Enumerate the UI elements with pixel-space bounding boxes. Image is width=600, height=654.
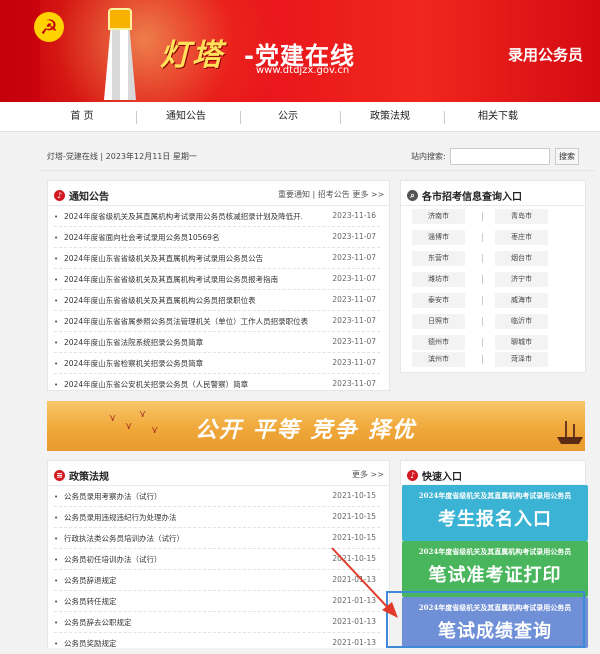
list-item[interactable]: • 2024年度山东省检察机关招录公务员简章 2023-11-07	[54, 353, 380, 374]
party-emblem-icon: ☭	[34, 12, 64, 42]
entry-subtitle: 2024年度省级机关及其直属机构考试录用公务员	[418, 547, 572, 556]
list-item[interactable]: • 公务员奖励规定 2021-01-13	[54, 633, 380, 654]
ship-icon	[557, 421, 583, 444]
bird-icon: ⋎	[151, 425, 159, 436]
search-button[interactable]: 搜索	[555, 148, 579, 165]
city-link[interactable]: 潍坊市	[412, 272, 465, 287]
admission-ticket-button[interactable]: 2024年度省级机关及其直属机构考试录用公务员 笔试准考证打印	[402, 541, 588, 597]
policy-more-link[interactable]: 更多 >>	[352, 469, 384, 480]
policy-title: ≡ 政策法规	[54, 468, 109, 483]
quick-entry-header: ♪ 快速入口	[400, 460, 586, 484]
city-link[interactable]: 菏泽市	[495, 352, 548, 367]
entry-subtitle: 2024年度省级机关及其直属机构考试录用公务员	[418, 491, 572, 500]
city-link[interactable]: 济宁市	[495, 272, 548, 287]
score-query-highlight	[386, 591, 585, 648]
city-link[interactable]: 德州市	[412, 335, 465, 350]
annotation-arrow-icon	[331, 547, 398, 618]
register-entry-button[interactable]: 2024年度省级机关及其直属机构考试录用公务员 考生报名入口	[402, 485, 588, 541]
nav-publicity[interactable]: 公示	[240, 102, 336, 132]
breadcrumb-date: 灯塔-党建在线 | 2023年12月11日 星期一	[47, 152, 197, 161]
city-link[interactable]: 日照市	[412, 314, 465, 329]
city-link[interactable]: 淄博市	[412, 230, 465, 245]
list-item[interactable]: • 2024年度山东省省属参照公务员法管理机关（单位）工作人员招录职位表 2023-…	[54, 311, 380, 332]
list-item[interactable]: • 2024年度山东省省级机关及其直属机构考试录用公务员报考指南 2023-11-0…	[54, 269, 380, 290]
nav-notices[interactable]: 通知公告	[136, 102, 236, 132]
bell-icon: ♪	[54, 189, 65, 201]
city-link[interactable]: 泰安市	[412, 293, 465, 308]
nav-policy[interactable]: 政策法规	[340, 102, 440, 132]
city-link[interactable]: 临沂市	[495, 314, 548, 329]
bell-icon: ♪	[407, 469, 418, 481]
notice-title: ♪ 通知公告	[54, 188, 109, 203]
list-item[interactable]: • 2024年度省面向社会考试录用公务员10569名 2023-11-07	[54, 227, 380, 248]
list-item[interactable]: • 公务员录用考察办法（试行） 2021-10-15	[54, 486, 380, 507]
divider	[40, 170, 595, 171]
search-label: 站内搜索:	[411, 152, 446, 161]
search-icon: ⌕	[407, 189, 418, 201]
list-item[interactable]: • 2024年度省级机关及其直属机构考试录用公务员核减招录计划及降低开... 202…	[54, 206, 380, 227]
bird-icon: ⋎	[139, 409, 147, 420]
nav-home[interactable]: 首 页	[32, 102, 132, 132]
site-logo-title[interactable]: 灯塔	[160, 30, 224, 74]
nav-downloads[interactable]: 相关下载	[448, 102, 548, 132]
lighthouse-icon	[98, 8, 142, 100]
city-link[interactable]: 威海市	[495, 293, 548, 308]
city-title: ⌕ 各市招考信息查询入口	[407, 188, 522, 203]
city-link[interactable]: 济南市	[412, 209, 465, 224]
banner-slogan: 公开 平等 竞争 择优	[195, 418, 416, 443]
bird-icon: ⋎	[125, 421, 133, 432]
list-item[interactable]: • 2024年度山东省省级机关及其直属机构考试录用公务员公告 2023-11-07	[54, 248, 380, 269]
notice-more-links[interactable]: 重要通知 | 招考公告 更多 >>	[278, 189, 384, 200]
slogan-banner[interactable]: ⋎ ⋎ ⋎ ⋎ 公开 平等 竞争 择优	[47, 401, 585, 451]
city-link[interactable]: 东营市	[412, 251, 465, 266]
list-item[interactable]: • 2024年度山东省法院系统招录公务员简章 2023-11-07	[54, 332, 380, 353]
quick-title: ♪ 快速入口	[407, 468, 462, 483]
notice-panel: ♪ 通知公告 重要通知 | 招考公告 更多 >> • 2024年度省级机关及其直属机…	[47, 180, 390, 391]
search-input[interactable]	[450, 148, 550, 165]
list-item[interactable]: • 公务员录用违规违纪行为处理办法 2021-10-15	[54, 507, 380, 528]
main-nav: 首 页 通知公告 公示 政策法规 相关下载	[0, 102, 600, 132]
entry-label: 考生报名入口	[438, 509, 552, 530]
entry-label: 笔试准考证打印	[428, 565, 562, 586]
city-link[interactable]: 滨州市	[412, 352, 465, 367]
site-url: www.dtdjzx.gov.cn	[256, 65, 350, 76]
city-link[interactable]: 枣庄市	[495, 230, 548, 245]
city-link[interactable]: 烟台市	[495, 251, 548, 266]
list-item[interactable]: • 2024年度山东省公安机关招录公务员（人民警察）简章 2023-11-07	[54, 374, 380, 391]
city-panel: ⌕ 各市招考信息查询入口 济南市 青岛市 淄博市 枣庄市 东营市 烟台市 潍坊市 …	[400, 180, 586, 373]
bird-icon: ⋎	[109, 413, 117, 424]
city-link[interactable]: 聊城市	[495, 335, 548, 350]
city-link[interactable]: 青岛市	[495, 209, 548, 224]
site-header: ☭ 灯塔 -党建在线 www.dtdjzx.gov.cn 录用公务员	[0, 0, 600, 102]
document-icon: ≡	[54, 469, 65, 481]
list-item[interactable]: • 2024年度山东省省级机关及其直属机构公务员招录职位表 2023-11-07	[54, 290, 380, 311]
section-title: 录用公务员	[508, 46, 584, 64]
